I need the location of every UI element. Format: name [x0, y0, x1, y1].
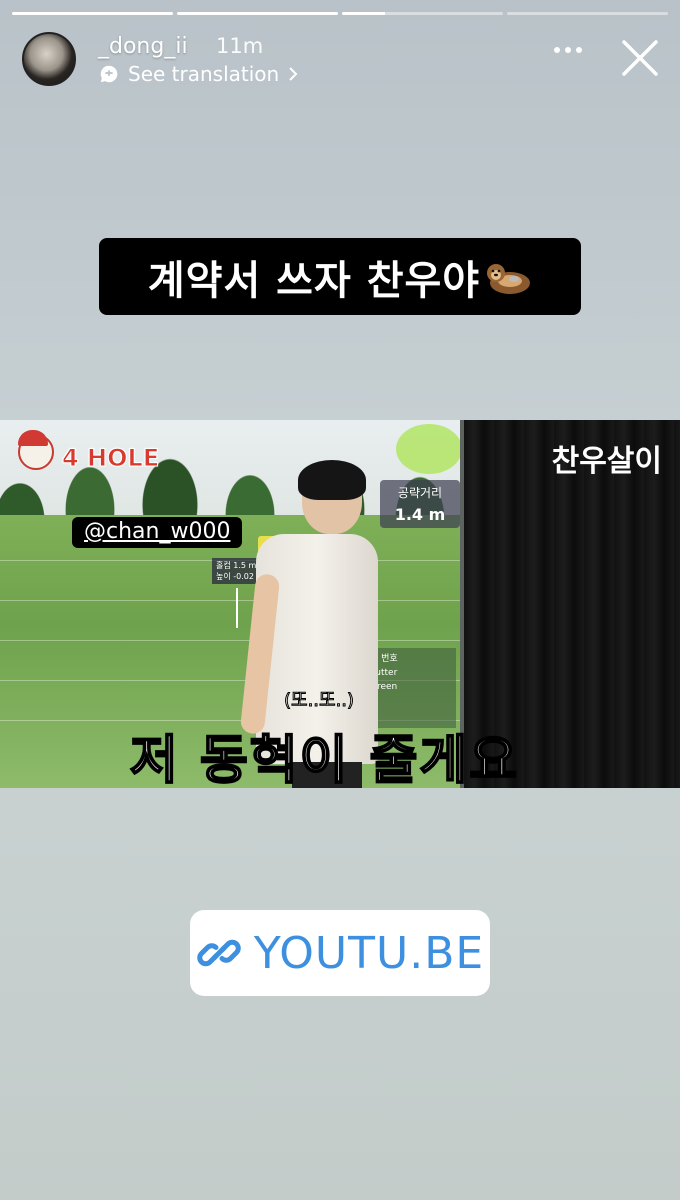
caption-text: 계약서 쓰자 찬우야 — [147, 257, 481, 304]
mention-tag[interactable]: @chan_w000 — [72, 517, 243, 548]
video-green-minimap — [396, 424, 462, 474]
otter-emoji-icon — [487, 263, 531, 294]
video-small-subtitle: (또..또..) — [283, 690, 355, 712]
mascot-logo-icon — [18, 430, 54, 470]
story-header: _dong_ii 11m See translation — [20, 30, 660, 90]
link-label: YOUTU.BE — [253, 927, 485, 979]
see-translation-label: See translation — [128, 62, 280, 86]
video-big-subtitle: 저 동혁이 줄게요 — [129, 730, 520, 788]
post-time: 11m — [216, 34, 264, 58]
hole-label: 4 HOLE — [61, 444, 160, 473]
video-pin — [236, 588, 238, 628]
progress-segment — [507, 12, 668, 15]
distance-label: 공략거리 — [397, 486, 443, 500]
person-hair — [298, 460, 366, 500]
close-icon[interactable] — [620, 38, 660, 78]
progress-segment — [12, 12, 173, 15]
more-options-icon[interactable] — [552, 40, 584, 60]
progress-segment-current — [342, 12, 503, 15]
translate-icon — [100, 65, 118, 83]
username[interactable]: _dong_ii — [98, 34, 188, 59]
story-progress-bar — [12, 12, 668, 15]
video-distance-panel: 공략거리 1.4 m — [380, 480, 460, 528]
video-frame[interactable]: 공략거리 1.4 m 그린 홀컵 1.5 m 높이 -0.02 m 티 번호 P… — [0, 420, 680, 788]
chevron-right-icon — [289, 67, 298, 81]
link-icon — [197, 939, 241, 967]
link-sticker[interactable]: YOUTU.BE — [190, 910, 490, 996]
progress-segment — [177, 12, 338, 15]
caption-sticker: 계약서 쓰자 찬우야 — [99, 238, 581, 315]
avatar[interactable] — [22, 32, 76, 86]
see-translation-button[interactable]: See translation — [98, 62, 299, 86]
distance-value: 1.4 m — [394, 505, 446, 524]
video-corner-title: 찬우살이 — [551, 444, 662, 479]
